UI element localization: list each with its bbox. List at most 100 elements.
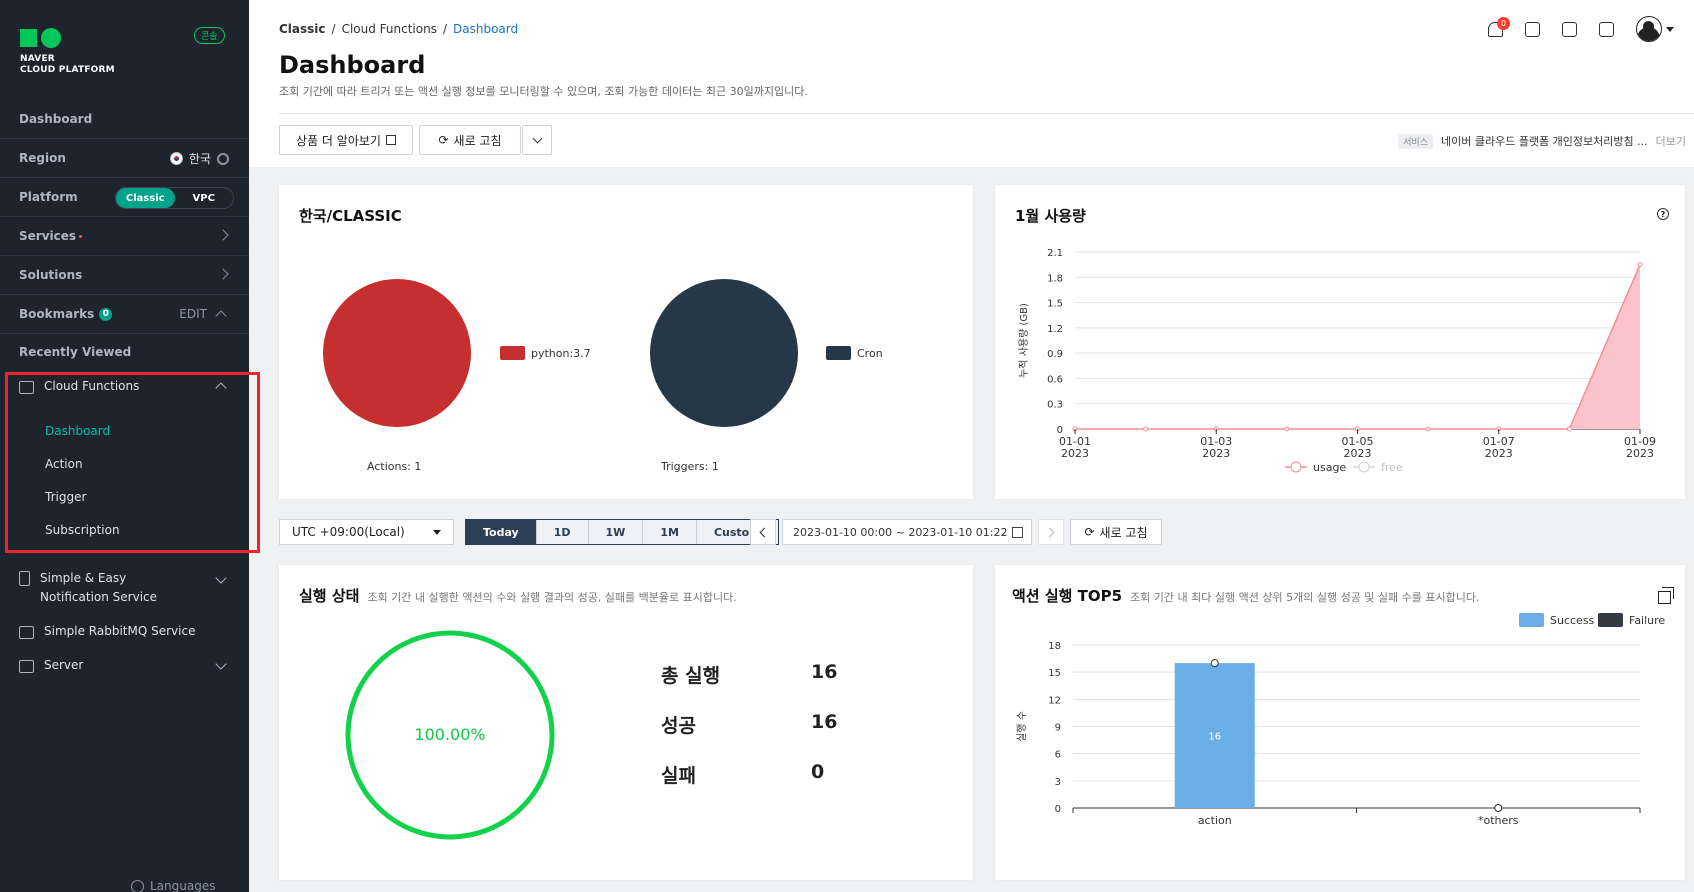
region-pie-charts: [323, 279, 798, 427]
chevron-right-icon: [217, 229, 229, 241]
caret-down-icon: [1666, 26, 1674, 32]
filter-refresh-button[interactable]: ⟳ 새로 고침: [1070, 519, 1162, 545]
sidebar-cloud-functions[interactable]: Cloud Functions: [19, 379, 139, 394]
breadcrumb-dashboard[interactable]: Dashboard: [453, 22, 518, 36]
solutions-label: Solutions: [19, 268, 83, 282]
chevron-right-icon: [217, 268, 229, 280]
sidebar-solutions[interactable]: Solutions: [0, 256, 249, 295]
top5-y-tick: 12: [1048, 695, 1061, 706]
actions-caption: Actions: 1: [367, 460, 422, 473]
sidebar: NAVER CLOUD PLATFORM 콘솔 Dashboard Region…: [0, 0, 260, 892]
avatar[interactable]: [1636, 16, 1662, 42]
chevron-up-icon[interactable]: [215, 310, 227, 322]
chat-icon[interactable]: [1525, 21, 1540, 37]
chevron-right-icon: [1044, 527, 1055, 537]
languages-button[interactable]: Languages: [131, 879, 215, 892]
period-segmented-control: Today 1D 1W 1M Custom: [465, 519, 779, 545]
rabbitmq-label: Simple RabbitMQ Service: [44, 624, 196, 638]
page-description: 조회 기간에 따라 트리거 또는 액션 실행 정보를 모니터링할 수 있으며, …: [279, 85, 808, 98]
timezone-select[interactable]: UTC +09:00(Local): [279, 519, 454, 545]
sidebar-services[interactable]: Services: [0, 217, 249, 256]
document-icon[interactable]: [1599, 21, 1614, 37]
top-icons: 0: [1488, 16, 1674, 42]
sidebar-server[interactable]: Server: [19, 658, 83, 673]
notice-text[interactable]: 네이버 클라우드 플랫폼 개인정보처리방침 ...: [1441, 133, 1648, 149]
usage-y-tick: 1.2: [1047, 324, 1063, 335]
notice-tag: 서비스: [1398, 133, 1433, 149]
memo-icon[interactable]: [1562, 21, 1577, 37]
console-badge[interactable]: 콘솔: [194, 27, 225, 44]
filter-refresh-label: 새로 고침: [1099, 525, 1148, 540]
free-legend-label: free: [1381, 461, 1403, 474]
bookmarks-edit-button[interactable]: EDIT: [179, 307, 207, 321]
notification-service-icon: [19, 571, 30, 586]
period-1m[interactable]: 1M: [643, 520, 697, 544]
chevron-down-icon[interactable]: [215, 658, 227, 670]
gear-icon[interactable]: [217, 152, 229, 165]
platform-label: Platform: [19, 190, 78, 204]
sidebar-rabbitmq[interactable]: Simple RabbitMQ Service: [19, 624, 195, 639]
period-today[interactable]: Today: [466, 520, 537, 544]
top5-y-tick: 9: [1055, 723, 1061, 734]
learn-more-label: 상품 더 알아보기: [296, 133, 381, 148]
platform-classic-option[interactable]: Classic: [116, 188, 175, 208]
next-period-button[interactable]: [1038, 519, 1064, 545]
period-1w[interactable]: 1W: [588, 520, 644, 544]
usage-y-tick: 2.1: [1047, 248, 1063, 259]
triggers-legend: Cron: [826, 346, 883, 360]
top5-x-tick: *others: [1478, 814, 1519, 827]
bell-icon[interactable]: 0: [1488, 16, 1510, 37]
top5-y-tick: 18: [1048, 641, 1061, 652]
divider: [279, 113, 1694, 114]
korea-flag-icon: [169, 152, 183, 165]
bookmarks-label: Bookmarks: [19, 307, 95, 321]
notice-more-link[interactable]: 더보기: [1656, 133, 1686, 149]
prev-period-button[interactable]: [750, 519, 776, 545]
services-label: Services: [19, 229, 77, 243]
breadcrumb-cloud-functions[interactable]: Cloud Functions: [342, 22, 437, 36]
usage-point: [1425, 426, 1431, 432]
sidebar-item-subscription[interactable]: Subscription: [45, 523, 120, 537]
page-title: Dashboard: [279, 51, 426, 79]
notice-banner[interactable]: 서비스 네이버 클라우드 플랫폼 개인정보처리방침 ... 더보기: [1398, 133, 1686, 149]
languages-label: Languages: [150, 879, 216, 892]
logo-line1: NAVER: [20, 54, 55, 64]
breadcrumb: Classic / Cloud Functions / Dashboard: [279, 22, 519, 36]
top5-x-tick: action: [1198, 814, 1232, 827]
success-value: 16: [811, 711, 838, 733]
learn-more-button[interactable]: 상품 더 알아보기: [279, 125, 413, 155]
usage-x-tick-year: 2023: [1344, 447, 1372, 460]
server-label: Server: [44, 658, 84, 672]
top5-bar-chart: 0 3 6 9 12 15 18 실행 수 16 action *others: [1016, 641, 1641, 827]
period-1d[interactable]: 1D: [536, 520, 589, 544]
sidebar-dashboard-label: Dashboard: [19, 112, 93, 126]
sidebar-region[interactable]: Region 한국: [0, 139, 249, 178]
top5-y-tick: 15: [1048, 668, 1061, 679]
naver-cloud-logo[interactable]: NAVER CLOUD PLATFORM: [20, 28, 115, 76]
user-menu[interactable]: [1636, 16, 1674, 42]
recently-viewed-label: Recently Viewed: [19, 345, 132, 359]
refresh-icon: ⟳: [438, 133, 449, 147]
top5-y-tick: 0: [1055, 804, 1061, 815]
chevron-down-icon[interactable]: [215, 572, 227, 584]
platform-toggle[interactable]: Classic VPC: [115, 187, 234, 209]
date-range-input[interactable]: 2023-01-10 00:00 ~ 2023-01-10 01:22: [782, 519, 1032, 545]
region-selector[interactable]: 한국: [169, 150, 229, 167]
sidebar-bookmarks[interactable]: Bookmarks 0 EDIT: [0, 295, 249, 334]
platform-vpc-option[interactable]: VPC: [175, 188, 234, 208]
sidebar-dashboard[interactable]: Dashboard: [0, 100, 249, 139]
total-label: 총 실행: [661, 665, 721, 687]
breadcrumb-classic[interactable]: Classic: [279, 22, 326, 36]
sidebar-item-trigger[interactable]: Trigger: [45, 490, 86, 504]
sidebar-item-action[interactable]: Action: [45, 457, 83, 471]
more-dropdown-button[interactable]: [522, 125, 552, 155]
bookmarks-count-badge: 0: [99, 307, 113, 321]
sidebar-item-dashboard[interactable]: Dashboard: [45, 424, 110, 438]
top5-card: 액션 실행 TOP5 조회 기간 내 최다 실행 액션 상위 5개의 실행 성공 …: [995, 565, 1685, 880]
cloud-functions-label: Cloud Functions: [44, 379, 140, 393]
sidebar-sens[interactable]: Simple & Easy Notification Service: [19, 569, 189, 607]
calendar-icon[interactable]: [1012, 527, 1023, 538]
actions-legend-swatch: [500, 346, 525, 360]
refresh-button[interactable]: ⟳ 새로 고침: [419, 125, 521, 155]
refresh-label: 새로 고침: [453, 133, 502, 148]
